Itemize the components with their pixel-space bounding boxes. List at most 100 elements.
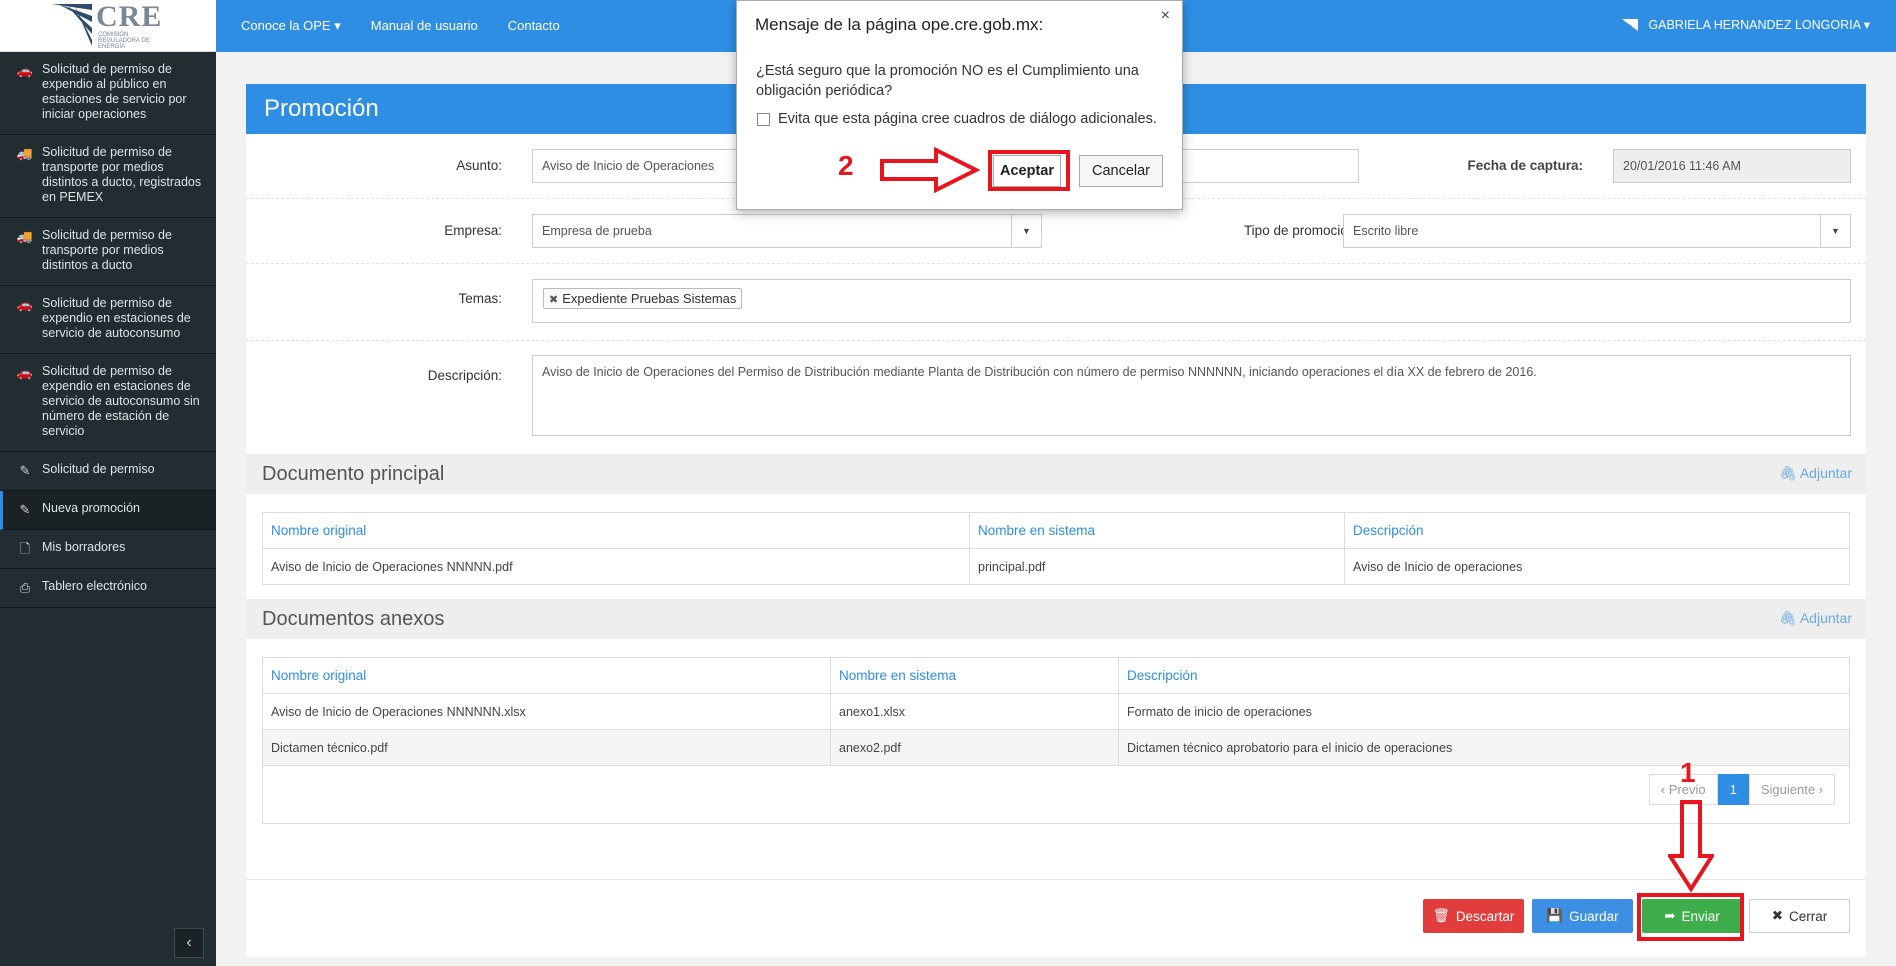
annotation-highlight-aceptar <box>988 150 1070 191</box>
sidebar-item[interactable]: 🚗 Solicitud de permiso de expendio en est… <box>0 354 216 452</box>
guardar-label: Guardar <box>1569 908 1619 924</box>
sidebar-collapse-button[interactable]: ‹ <box>174 928 204 958</box>
sidebar-item[interactable]: ⎙ Tablero electrónico <box>0 569 216 608</box>
table-row[interactable]: Aviso de Inicio de Operaciones NNNNN.pdf… <box>262 548 1850 585</box>
user-logo-icon <box>1622 18 1639 31</box>
sidebar: CRE Comisión Reguladora de Energía 🚗 Soli… <box>0 0 216 966</box>
fecha-field: 20/01/2016 11:46 AM <box>1613 149 1851 183</box>
adjuntar-anexos-link[interactable]: 🖇 Adjuntar <box>1779 610 1852 627</box>
dialog-title: Mensaje de la página ope.cre.gob.mx: <box>755 15 1044 34</box>
adjuntar-anexos-label: Adjuntar <box>1799 610 1852 626</box>
sidebar-item[interactable]: 🚚 Solicitud de permiso de transporte por … <box>0 135 216 218</box>
documento-principal-table: Nombre original Nombre en sistema Descri… <box>262 512 1850 585</box>
chevron-down-icon: ▼ <box>1011 215 1041 247</box>
logo-text: CRE <box>96 0 163 33</box>
table-header: Nombre original Nombre en sistema Descri… <box>262 657 1850 694</box>
table-row[interactable]: Aviso de Inicio de Operaciones NNNNNN.xl… <box>262 693 1850 730</box>
truck-icon: 🚚 <box>16 146 34 161</box>
cancelar-button[interactable]: Cancelar <box>1079 155 1163 187</box>
dialog-message: ¿Está seguro que la promoción NO es el C… <box>756 63 1139 99</box>
paperclip-icon: 🖇 <box>1778 610 1797 626</box>
footer-divider <box>246 879 1866 880</box>
adjuntar-principal-label: Adjuntar <box>1799 465 1852 481</box>
tema-tag: ✖ Expediente Pruebas Sistemas <box>543 288 743 309</box>
tema-tag-label: Expediente Pruebas Sistemas <box>562 291 737 306</box>
logo[interactable]: CRE Comisión Reguladora de Energía <box>0 0 216 52</box>
descartar-button[interactable]: 🗑 Descartar <box>1423 899 1524 933</box>
col-nombre-original[interactable]: Nombre original <box>262 512 970 549</box>
col-nombre-sistema[interactable]: Nombre en sistema <box>830 657 1119 694</box>
cell-descripcion: Formato de inicio de operaciones <box>1118 693 1850 730</box>
nav-conoce-ope[interactable]: Conoce la OPE ▾ <box>241 18 341 34</box>
car-icon: 🚗 <box>16 297 34 312</box>
user-menu[interactable]: GABRIELA HERNANDEZ LONGORIA ▾ <box>1622 17 1870 32</box>
car-icon: 🚗 <box>16 365 34 380</box>
tipo-promocion-select[interactable]: Escrito libre ▼ <box>1343 214 1851 248</box>
nav-manual-usuario[interactable]: Manual de usuario <box>371 18 478 34</box>
inbox-icon: ⎙ <box>19 580 31 595</box>
logo-stripes-icon <box>52 4 92 46</box>
annotation-arrow-down-icon <box>1668 800 1714 892</box>
close-icon: ✖ <box>1771 908 1784 923</box>
descripcion-label: Descripción: <box>427 368 502 383</box>
descripcion-row: Descripción: Aviso de Inicio de Operacio… <box>246 341 1866 440</box>
dialog-close-icon[interactable]: × <box>1161 7 1170 25</box>
empresa-value: Empresa de prueba <box>542 224 652 238</box>
empresa-select[interactable]: Empresa de prueba ▼ <box>532 214 1042 248</box>
annotation-step-1: 1 <box>1680 757 1696 788</box>
annotation-arrow-right-icon <box>880 147 980 193</box>
cerrar-label: Cerrar <box>1789 908 1828 924</box>
sidebar-item[interactable]: 🚗 Solicitud de permiso de expendio en est… <box>0 286 216 354</box>
cerrar-button[interactable]: ✖ Cerrar <box>1749 899 1850 933</box>
adjuntar-principal-link[interactable]: 🖇 Adjuntar <box>1779 465 1852 482</box>
sidebar-item-label: Solicitud de permiso de expendio en esta… <box>42 296 191 340</box>
documentos-anexos-table: Nombre original Nombre en sistema Descri… <box>262 657 1850 766</box>
top-nav: Conoce la OPE ▾ Manual de usuario Contac… <box>241 18 560 34</box>
col-descripcion[interactable]: Descripción <box>1344 512 1850 549</box>
sidebar-item-label: Solicitud de permiso <box>42 462 155 476</box>
user-name: GABRIELA HERNANDEZ LONGORIA ▾ <box>1648 18 1870 32</box>
tipo-promocion-value: Escrito libre <box>1353 224 1419 238</box>
paperclip-icon: 🖇 <box>1778 465 1797 481</box>
pager-next[interactable]: Siguiente › <box>1748 774 1835 805</box>
cell-nombre-sistema: anexo1.xlsx <box>830 693 1119 730</box>
remove-tag-icon[interactable]: ✖ <box>549 294 558 306</box>
annotation-step-2: 2 <box>838 150 854 181</box>
documentos-anexos-header: Documentos anexos 🖇 Adjuntar <box>246 599 1866 639</box>
guardar-button[interactable]: 💾 Guardar <box>1532 899 1633 933</box>
cell-descripcion: Aviso de Inicio de operaciones <box>1344 548 1850 585</box>
cell-nombre-original: Aviso de Inicio de Operaciones NNNNN.pdf <box>262 548 970 585</box>
documento-principal-title: Documento principal <box>262 463 445 485</box>
nav-contacto[interactable]: Contacto <box>508 18 560 34</box>
documento-principal-header: Documento principal 🖇 Adjuntar <box>246 454 1866 494</box>
col-nombre-original[interactable]: Nombre original <box>262 657 831 694</box>
car-icon: 🚗 <box>16 63 34 78</box>
descartar-label: Descartar <box>1455 908 1515 924</box>
temas-row: Temas: ✖ Expediente Pruebas Sistemas <box>246 264 1866 341</box>
sidebar-item-label: Solicitud de permiso de transporte por m… <box>42 145 202 204</box>
sidebar-item-label: Solicitud de permiso de transporte por m… <box>42 228 172 272</box>
cell-nombre-original: Aviso de Inicio de Operaciones NNNNNN.xl… <box>262 693 831 730</box>
sidebar-menu: 🚗 Solicitud de permiso de expendio al púb… <box>0 52 216 608</box>
suppress-dialogs-checkbox[interactable]: Evita que esta página cree cuadros de di… <box>757 111 1157 127</box>
trash-icon: 🗑 <box>1432 908 1450 923</box>
truck-icon: 🚚 <box>16 229 34 244</box>
descripcion-textarea[interactable]: Aviso de Inicio de Operaciones del Permi… <box>532 355 1851 436</box>
temas-label: Temas: <box>458 291 502 306</box>
sidebar-item[interactable]: 🚗 Solicitud de permiso de expendio al púb… <box>0 52 216 135</box>
file-icon: 🗋 <box>19 541 31 556</box>
sidebar-item[interactable]: 🗋 Mis borradores <box>0 530 216 569</box>
col-nombre-sistema[interactable]: Nombre en sistema <box>969 512 1345 549</box>
temas-input[interactable]: ✖ Expediente Pruebas Sistemas <box>532 279 1851 323</box>
sidebar-item[interactable]: ✎ Solicitud de permiso <box>0 452 216 491</box>
pager-page-1[interactable]: 1 <box>1717 774 1749 805</box>
pager-container: ‹ Previo 1 Siguiente › <box>262 760 1850 824</box>
pencil-icon: ✎ <box>19 463 31 478</box>
sidebar-item[interactable]: 🚚 Solicitud de permiso de transporte por … <box>0 218 216 286</box>
annotation-highlight-enviar <box>1637 893 1744 941</box>
empresa-label: Empresa: <box>444 223 502 238</box>
col-descripcion[interactable]: Descripción <box>1118 657 1850 694</box>
sidebar-item[interactable]: ✎ Nueva promoción <box>0 491 216 530</box>
checkbox-box[interactable] <box>757 112 770 126</box>
logo-subtitle: Comisión Reguladora de Energía <box>98 32 150 50</box>
